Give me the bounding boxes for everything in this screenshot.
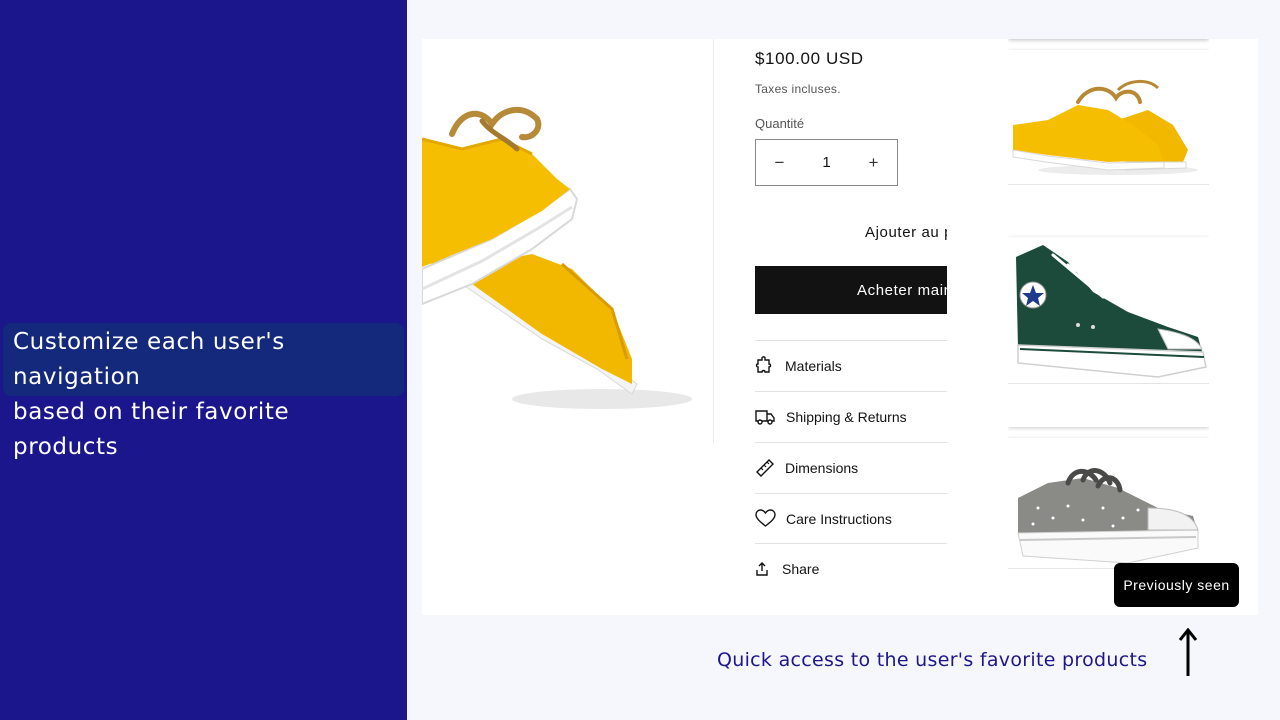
sidebar-item-green-high-top[interactable] — [1008, 237, 1209, 427]
accordion-label: Materials — [785, 358, 842, 374]
accordion-dimensions[interactable]: Dimensions — [755, 442, 947, 493]
quantity-label: Quantité — [755, 116, 805, 131]
accordion-care[interactable]: Care Instructions — [755, 493, 947, 544]
add-to-cart-button[interactable]: Ajouter au panier — [865, 224, 947, 241]
left-panel: Customize each user's navigation based o… — [0, 0, 407, 720]
tax-note: Taxes incluses. — [755, 82, 841, 96]
accordion-shipping[interactable]: Shipping & Returns — [755, 391, 947, 442]
share-button[interactable]: Share — [755, 561, 819, 577]
share-icon — [756, 562, 768, 576]
callout-line-2: based on their favorite products — [13, 399, 290, 460]
quantity-input[interactable]: 1 — [803, 154, 850, 171]
ruler-icon — [756, 459, 774, 477]
truck-icon — [755, 410, 775, 425]
arrow-up-icon — [1178, 628, 1198, 676]
left-callout: Customize each user's navigation based o… — [3, 323, 404, 460]
recently-viewed-sidebar — [1008, 39, 1209, 615]
yellow-sneaker-image — [1012, 80, 1198, 175]
callout-line-1: Customize each user's navigation — [13, 329, 285, 390]
accordion-label: Care Instructions — [786, 510, 892, 527]
buy-now-button[interactable]: Acheter maintenant — [755, 266, 947, 314]
product-hero-image — [422, 39, 714, 445]
decrement-button[interactable]: − — [756, 140, 803, 185]
price: $100.00 USD — [755, 49, 864, 68]
accordion-label: Shipping & Returns — [786, 409, 907, 425]
quantity-stepper: − 1 + — [755, 139, 898, 186]
accordion-label: Dimensions — [785, 460, 859, 476]
previously-seen-button[interactable]: Previously seen — [1114, 563, 1239, 607]
increment-button[interactable]: + — [850, 140, 897, 185]
heart-icon — [755, 509, 776, 527]
bottom-caption: Quick access to the user's favorite prod… — [717, 649, 1148, 671]
product-info: $100.00 USD Taxes incluses. Quantité − 1… — [755, 39, 947, 615]
buy-now-label: Acheter maintenant — [857, 281, 947, 299]
sidebar-item-yellow-sneaker[interactable] — [1008, 50, 1209, 240]
puzzle-icon — [755, 356, 772, 373]
grey-sneaker-image — [1017, 468, 1199, 564]
green-hightop-image — [1016, 245, 1207, 378]
share-label: Share — [782, 561, 820, 577]
accordion-materials[interactable]: Materials — [755, 340, 947, 391]
